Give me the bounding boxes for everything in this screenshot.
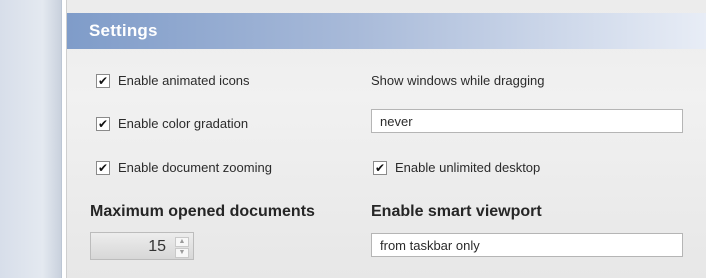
unlimited-desktop-checkbox[interactable]: ✔ (373, 160, 387, 175)
show-windows-label: Show windows while dragging (371, 73, 545, 88)
check-icon: ✔ (97, 160, 109, 175)
unlimited-desktop-option[interactable]: ✔ Enable unlimited desktop (373, 160, 540, 175)
document-zooming-option[interactable]: ✔ Enable document zooming (96, 160, 272, 175)
check-icon: ✔ (97, 116, 109, 131)
show-windows-input[interactable]: never (371, 109, 683, 133)
animated-icons-label: Enable animated icons (118, 73, 250, 88)
animated-icons-option[interactable]: ✔ Enable animated icons (96, 73, 250, 88)
color-gradation-checkbox[interactable]: ✔ (96, 116, 110, 131)
unlimited-desktop-label: Enable unlimited desktop (395, 160, 541, 175)
max-documents-title: Maximum opened documents (90, 203, 315, 220)
left-gutter (0, 0, 62, 278)
panel-title: Settings (89, 21, 158, 40)
animated-icons-checkbox[interactable]: ✔ (96, 73, 110, 88)
smart-viewport-title: Enable smart viewport (371, 203, 542, 220)
check-icon: ✔ (374, 160, 386, 175)
smart-viewport-input[interactable]: from taskbar only (371, 233, 683, 257)
check-icon: ✔ (97, 73, 109, 88)
max-documents-value: 15 (148, 238, 166, 255)
max-documents-spinner[interactable]: 15 ▲ ▼ (90, 232, 194, 260)
settings-header: Settings (67, 13, 706, 49)
chevron-down-icon[interactable]: ▼ (175, 248, 189, 258)
document-zooming-checkbox[interactable]: ✔ (96, 160, 110, 175)
color-gradation-option[interactable]: ✔ Enable color gradation (96, 116, 248, 131)
chevron-up-icon[interactable]: ▲ (175, 237, 189, 247)
color-gradation-label: Enable color gradation (118, 116, 249, 131)
document-zooming-label: Enable document zooming (118, 160, 272, 175)
